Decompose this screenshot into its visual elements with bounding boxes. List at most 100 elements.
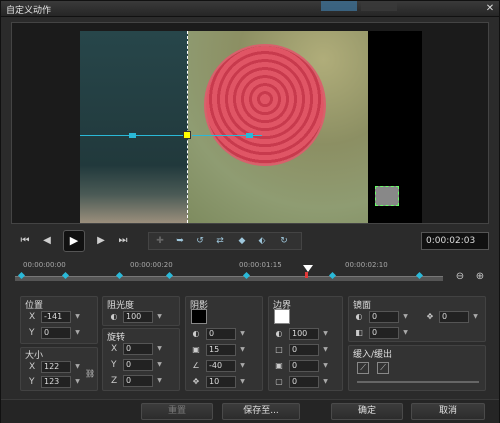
background-tab xyxy=(321,1,357,11)
shadow-value-3[interactable]: -40 xyxy=(206,360,236,372)
timeline-track[interactable] xyxy=(15,276,443,281)
overlay-image[interactable] xyxy=(188,31,368,223)
rotation-y-stepper-icon[interactable]: ▼ xyxy=(155,360,164,370)
mirror-stepper-icon[interactable]: ▼ xyxy=(401,312,410,322)
border-corner-icon: ▢ xyxy=(275,377,283,386)
shadow-stepper-icon[interactable]: ▼ xyxy=(238,377,247,387)
ruler-label: 00:00:02:10 xyxy=(345,261,388,269)
ok-button[interactable]: 确定 xyxy=(331,403,403,420)
mirror-stepper-icon[interactable]: ▼ xyxy=(471,312,480,322)
playhead[interactable] xyxy=(303,265,313,272)
shadow-value-1[interactable]: 0 xyxy=(206,328,236,340)
shadow-stepper-icon[interactable]: ▼ xyxy=(238,329,247,339)
rotate-icon[interactable]: ↻ xyxy=(277,235,291,248)
ease-out-icon[interactable]: ⟋ xyxy=(377,362,389,374)
add-keyframe-icon[interactable]: ✚ xyxy=(153,235,167,248)
timeline-ruler[interactable]: 00:00:00:00 00:00:00:20 00:00:01:15 00:0… xyxy=(15,260,443,288)
size-y-stepper-icon[interactable]: ▼ xyxy=(73,377,82,387)
shadow-value-4[interactable]: 10 xyxy=(206,376,236,388)
ease-in-icon[interactable]: ⟋ xyxy=(357,362,369,374)
save-as-button[interactable]: 保存至... xyxy=(222,403,300,420)
swap-icon[interactable]: ⇄ xyxy=(213,235,227,248)
next-keyframe-icon[interactable]: ⬖ xyxy=(255,235,269,248)
mirror-value-1[interactable]: 0 xyxy=(369,311,399,323)
shadow-stepper-icon[interactable]: ▼ xyxy=(238,361,247,371)
step-back-icon[interactable]: ◀ xyxy=(39,233,55,249)
timecode-field[interactable]: 0:00:02:03 xyxy=(421,232,489,250)
rotation-x-input[interactable]: 0 xyxy=(123,343,153,355)
keyframe-toolbar: ✚ ➥ ↺ ⇄ ◆ ⬖ ↻ xyxy=(148,232,302,250)
rotation-x-stepper-icon[interactable]: ▼ xyxy=(155,344,164,354)
skip-start-icon[interactable]: ⏮ xyxy=(17,233,33,249)
border-panel: 边界 ◐ 100 ▼ □ 0 ▼ ▣ 0 ▼ ▢ 0 ▼ xyxy=(268,296,343,391)
rotation-z-stepper-icon[interactable]: ▼ xyxy=(155,376,164,386)
background-tab xyxy=(361,1,397,11)
border-stepper-icon[interactable]: ▼ xyxy=(321,329,330,339)
border-stepper-icon[interactable]: ▼ xyxy=(321,361,330,371)
prev-keyframe-icon[interactable]: ◆ xyxy=(235,235,249,248)
border-value-3[interactable]: 0 xyxy=(289,360,319,372)
zoom-in-icon[interactable]: ⊕ xyxy=(474,271,486,283)
position-x-input[interactable]: -141 xyxy=(41,311,71,323)
path-keyframe[interactable] xyxy=(246,133,253,138)
rotation-panel: 旋转 X 0 ▼ Y 0 ▼ Z 0 ▼ xyxy=(102,328,180,391)
opacity-input[interactable]: 100 xyxy=(123,311,153,323)
preview-canvas[interactable] xyxy=(80,31,422,223)
border-stepper-icon[interactable]: ▼ xyxy=(321,377,330,387)
size-x-input[interactable]: 122 xyxy=(41,361,71,373)
remove-keyframe-icon[interactable]: ➥ xyxy=(173,235,187,248)
path-keyframe[interactable] xyxy=(129,133,136,138)
opacity-stepper-icon[interactable]: ▼ xyxy=(155,312,164,322)
mirror-stepper-icon[interactable]: ▼ xyxy=(401,328,410,338)
position-y-label: Y xyxy=(29,328,35,338)
size-x-stepper-icon[interactable]: ▼ xyxy=(73,362,82,372)
shadow-color-swatch[interactable] xyxy=(191,309,207,324)
skip-end-icon[interactable]: ⏭ xyxy=(115,233,131,249)
cancel-button[interactable]: 取消 xyxy=(411,403,485,420)
position-handle[interactable] xyxy=(183,131,191,139)
transport-bar: ⏮ ◀ ▶ ▶ ⏭ ✚ ➥ ↺ ⇄ ◆ ⬖ ↻ 0:00:02:03 xyxy=(11,229,489,255)
border-value-1[interactable]: 100 xyxy=(289,328,319,340)
opacity-panel: 阻光度 ◐ 100 ▼ xyxy=(102,296,180,326)
mirror-value-2[interactable]: 0 xyxy=(369,327,399,339)
play-icon[interactable]: ▶ xyxy=(63,230,85,252)
position-y-input[interactable]: 0 xyxy=(41,327,71,339)
mirror-title: 镜面 xyxy=(353,301,372,311)
fade-slider[interactable] xyxy=(357,381,479,383)
fade-title: 缓入/缓出 xyxy=(353,350,393,360)
rotation-z-input[interactable]: 0 xyxy=(123,375,153,387)
border-opacity-icon: ◐ xyxy=(275,329,283,338)
rotation-z-label: Z xyxy=(111,376,118,386)
border-stepper-icon[interactable]: ▼ xyxy=(321,345,330,355)
preview-area xyxy=(11,22,489,224)
border-inner-icon: ▣ xyxy=(275,361,283,370)
safe-area-line xyxy=(187,31,188,223)
mirror-value-3[interactable]: 0 xyxy=(439,311,469,323)
position-y-stepper-icon[interactable]: ▼ xyxy=(73,328,82,338)
rotation-y-input[interactable]: 0 xyxy=(123,359,153,371)
position-x-stepper-icon[interactable]: ▼ xyxy=(73,312,82,322)
mirror-panel: 镜面 ◐ 0 ▼ ✥ 0 ▼ ◧ 0 ▼ xyxy=(348,296,486,342)
border-color-swatch[interactable] xyxy=(274,309,290,324)
reverse-icon[interactable]: ↺ xyxy=(193,235,207,248)
close-icon[interactable]: ✕ xyxy=(483,2,497,15)
shadow-opacity-icon: ◐ xyxy=(192,329,200,338)
reset-button[interactable]: 重置 xyxy=(141,403,213,420)
shadow-panel: 阴影 ◐ 0 ▼ ▣ 15 ▼ ∠ -40 ▼ ✥ 10 ▼ xyxy=(185,296,263,391)
opacity-icon: ◐ xyxy=(110,312,118,321)
border-value-4[interactable]: 0 xyxy=(289,376,319,388)
size-y-input[interactable]: 123 xyxy=(41,376,71,388)
step-forward-icon[interactable]: ▶ xyxy=(93,233,109,249)
mirror-fade-icon: ◧ xyxy=(355,328,363,337)
border-value-2[interactable]: 0 xyxy=(289,344,319,356)
timecode-value: 0:00:02:03 xyxy=(426,236,476,246)
end-frame-box[interactable] xyxy=(375,186,399,206)
zoom-out-icon[interactable]: ⊖ xyxy=(454,271,466,283)
shadow-distance-icon: ✥ xyxy=(192,377,200,386)
shadow-stepper-icon[interactable]: ▼ xyxy=(238,345,247,355)
position-panel: 位置 X -141 ▼ Y 0 ▼ xyxy=(20,296,98,344)
shadow-value-2[interactable]: 15 xyxy=(206,344,236,356)
link-icon[interactable]: ⛓ xyxy=(85,369,95,379)
size-y-label: Y xyxy=(29,377,35,387)
title-bar: 自定义动作 ✕ xyxy=(1,1,499,17)
